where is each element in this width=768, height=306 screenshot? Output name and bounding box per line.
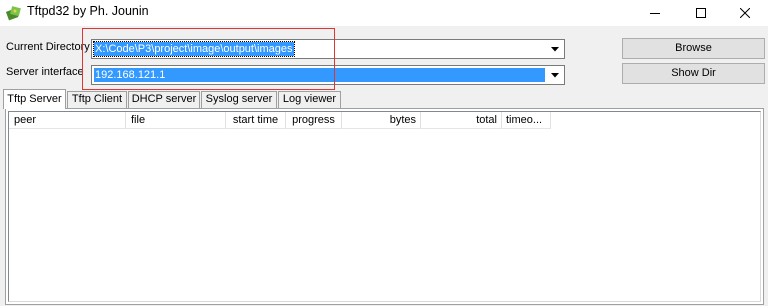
transfer-list[interactable]: peer file start time progress bytes tota… <box>8 111 761 302</box>
chevron-down-icon <box>551 46 559 51</box>
client-area: Current Directory X:\Code\P3\project\ima… <box>0 26 768 306</box>
browse-button[interactable]: Browse <box>622 38 765 59</box>
tab-log-viewer[interactable]: Log viewer <box>278 91 341 108</box>
column-header-peer[interactable]: peer <box>9 112 126 129</box>
maximize-icon <box>696 8 706 18</box>
tftp-server-panel: peer file start time progress bytes tota… <box>5 108 764 305</box>
tab-tftp-server[interactable]: Tftp Server <box>3 89 66 109</box>
column-header-progress[interactable]: progress <box>286 112 342 129</box>
close-icon <box>740 8 750 18</box>
column-header-total[interactable]: total <box>421 112 502 129</box>
column-header-bytes[interactable]: bytes <box>342 112 421 129</box>
maximize-button[interactable] <box>678 0 724 26</box>
current-directory-value[interactable]: X:\Code\P3\project\image\output\images <box>93 41 295 57</box>
tab-dhcp-server[interactable]: DHCP server <box>128 91 200 108</box>
column-header-file[interactable]: file <box>126 112 226 129</box>
server-interface-combobox[interactable]: 192.168.121.1 <box>91 65 565 85</box>
show-dir-button[interactable]: Show Dir <box>622 63 765 84</box>
minimize-button[interactable] <box>632 0 678 26</box>
chevron-down-icon <box>551 72 559 77</box>
window-title: Tftpd32 by Ph. Jounin <box>27 4 149 18</box>
current-directory-combobox[interactable]: X:\Code\P3\project\image\output\images <box>91 39 565 59</box>
server-interface-label: Server interface <box>6 66 84 78</box>
title-bar[interactable]: Tftpd32 by Ph. Jounin <box>0 0 768 26</box>
tab-tftp-client[interactable]: Tftp Client <box>67 91 127 108</box>
tftpd32-app-icon <box>6 6 21 21</box>
list-header: peer file start time progress bytes tota… <box>9 112 760 129</box>
current-directory-label: Current Directory <box>6 41 90 53</box>
minimize-icon <box>650 13 660 14</box>
dropdown-arrow-button[interactable] <box>547 67 563 83</box>
column-header-start-time[interactable]: start time <box>226 112 286 129</box>
tab-syslog-server[interactable]: Syslog server <box>201 91 277 108</box>
dropdown-arrow-button[interactable] <box>547 41 563 57</box>
close-button[interactable] <box>722 0 768 26</box>
column-header-timeout[interactable]: timeo... <box>502 112 551 129</box>
server-interface-value[interactable]: 192.168.121.1 <box>94 68 545 82</box>
